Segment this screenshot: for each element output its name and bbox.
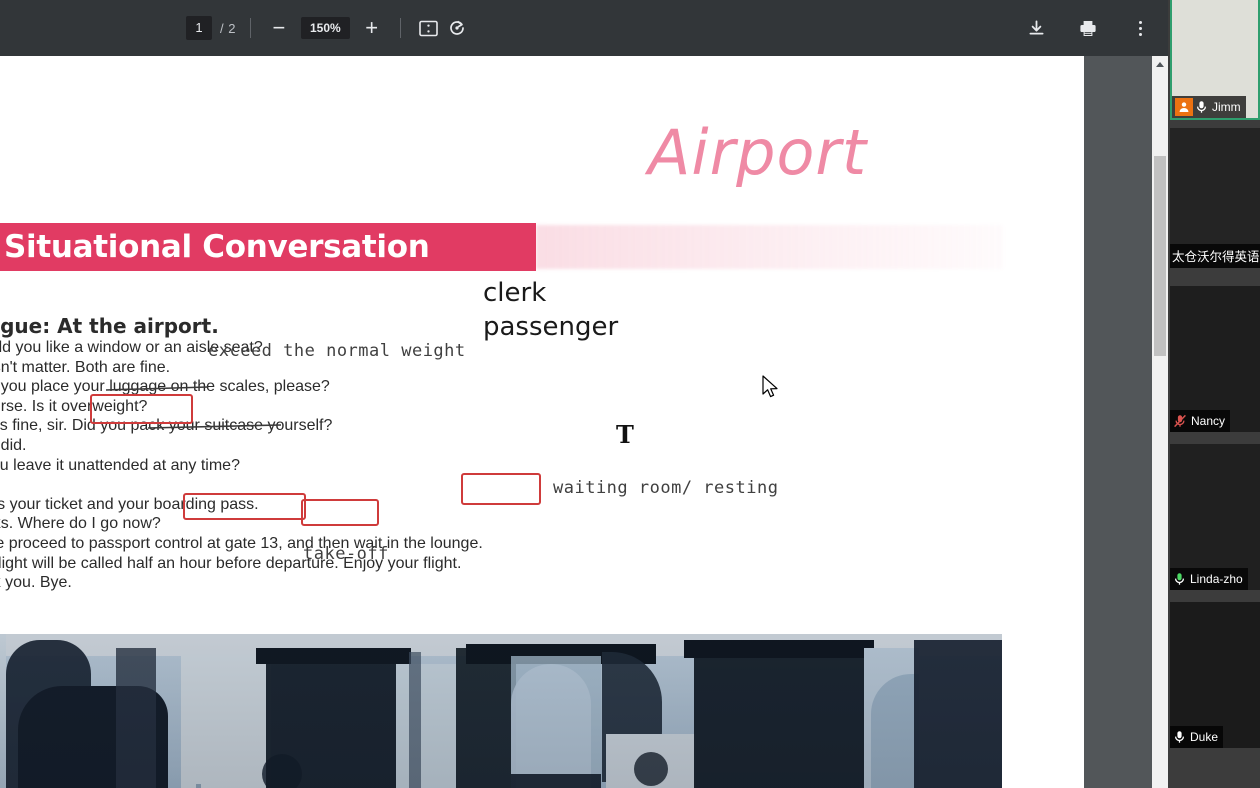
participant-tile-1[interactable]: Jimm [1170,0,1260,120]
dialogue-body: Would you like a window or an aisle seat… [0,339,866,594]
participant-tile-3[interactable]: Nancy [1170,286,1260,432]
dialogue-line: ere is your ticket and your boarding pas… [0,495,259,513]
scroll-up-arrow[interactable] [1152,56,1168,72]
avatar-icon [1175,98,1193,116]
annotation-waiting-room: waiting room/ resting [553,478,779,498]
zoom-out-button[interactable]: − [265,14,293,42]
dialogue-line: doesn't matter. Both are fine. [0,358,171,376]
vertical-scrollbar[interactable] [1152,56,1168,788]
dialogue-line: f course. Is it overweight? [0,397,148,415]
dialogue-heading: alogue: At the airport. [0,314,219,338]
page-number-input[interactable]: 1 [186,16,212,40]
annotation-passenger: passenger [483,312,619,342]
rotate-icon [447,18,467,38]
scrollbar-thumb[interactable] [1154,156,1166,356]
screen-root: 1 / 2 − 150% + Airport Situational Conve… [0,0,1260,788]
pdf-scroll-area[interactable]: Airport Situational Conversation alogue:… [0,56,1168,788]
more-options-button[interactable] [1126,14,1154,42]
fit-page-icon [419,20,438,37]
participant-name: Linda-zho [1190,572,1243,586]
toolbar-divider-2 [399,18,401,38]
more-options-icon [1138,20,1142,36]
dialogue-line: id you leave it unattended at any time? [0,456,240,474]
print-icon [1078,19,1098,38]
dialogue-line: es, I did. [0,436,27,454]
annotation-take-off: take-off [303,544,389,564]
download-icon [1027,19,1046,38]
participant-name: Nancy [1191,414,1226,428]
section-banner-label: Situational Conversation [4,229,430,265]
dialogue-line: o, it is fine, sir. Did you pack your su… [0,417,333,435]
mic-active-icon [1173,572,1186,586]
airport-photo [0,634,1002,788]
participant-tile-4[interactable]: Linda-zho [1170,444,1260,590]
dialogue-line: hank you. Bye. [0,574,72,592]
fit-page-button[interactable] [415,14,443,42]
zoom-out-label: − [272,15,286,40]
print-button[interactable] [1074,14,1102,42]
page-total-label: / 2 [220,20,236,36]
mic-on-icon [1173,730,1186,744]
participant-name-bar: Duke [1170,726,1224,748]
dialogue-line: lease proceed to passport control at gat… [0,534,483,552]
dialogue-line: our flight will be called half an hour b… [0,554,462,572]
participant-name: Duke [1190,730,1219,744]
annotation-t-marker: T [616,420,634,449]
dialogue-line: ould you place your luggage on the scale… [0,378,330,396]
participant-name-bar: Jimm [1172,96,1246,118]
participant-name: 太仓沃尔得英语 [1170,244,1260,268]
zoom-level-display[interactable]: 150% [300,17,350,39]
pdf-page-1: Airport Situational Conversation alogue:… [0,56,1084,788]
rotate-button[interactable] [443,14,471,42]
participant-tile-5[interactable]: Duke [1170,602,1260,748]
decorative-pink-band [536,225,1003,269]
annotation-clerk: clerk [483,278,547,308]
pdf-toolbar: 1 / 2 − 150% + [0,0,1168,56]
page-title: Airport [648,116,868,189]
pdf-viewer: 1 / 2 − 150% + Airport Situational Conve… [0,0,1168,788]
participant-name: Jimm [1212,100,1241,114]
download-button[interactable] [1022,14,1050,42]
zoom-in-label: + [365,15,379,40]
toolbar-divider-1 [249,18,251,38]
dialogue-line: hanks. Where do I go now? [0,515,161,533]
mic-muted-icon [1173,414,1187,428]
participant-name-bar: Nancy [1170,410,1231,432]
participant-name-bar: Linda-zho [1170,568,1248,590]
annotation-exceed: exceed the normal weight [208,341,466,361]
participant-tile-2[interactable]: 太仓沃尔得英语 [1170,128,1260,268]
mic-on-icon [1195,100,1208,114]
video-participants-sidebar[interactable]: Jimm 太仓沃尔得英语 Nancy Linda-zho Duke [1168,0,1260,788]
zoom-in-button[interactable]: + [358,14,386,42]
section-banner: Situational Conversation [0,223,536,271]
